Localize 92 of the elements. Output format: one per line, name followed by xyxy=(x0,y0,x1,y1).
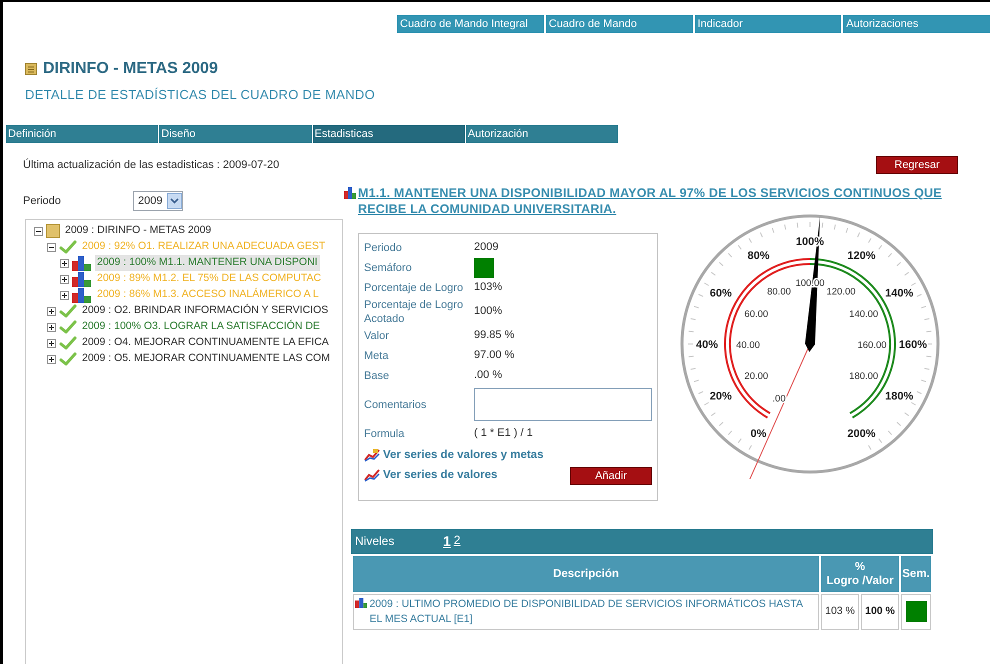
field-label: Meta xyxy=(364,348,390,362)
column-header: Descripción xyxy=(353,556,819,592)
field-label: Porcentaje de Logro Acotado xyxy=(364,298,464,326)
expand-icon[interactable] xyxy=(47,306,56,316)
column-header: % Logro /Valor xyxy=(821,556,899,592)
page-title: DIRINFO - METAS 2009 xyxy=(43,59,218,79)
field-value: ( 1 * E1 ) / 1 xyxy=(474,426,533,442)
field-label: Base xyxy=(364,368,390,382)
field-label: Porcentaje de Logro xyxy=(364,280,464,294)
field-value: 97.00 % xyxy=(474,348,514,364)
bar-chart-icon xyxy=(355,596,368,608)
gauge-scale-label: 80% xyxy=(747,249,770,262)
tab[interactable]: Autorización xyxy=(466,124,618,142)
field-label: Periodo xyxy=(364,240,403,254)
bar-chart-icon xyxy=(72,256,92,270)
gauge-value-label: 160.00 xyxy=(857,340,887,350)
expand-icon[interactable] xyxy=(60,258,69,268)
gauge-scale-label: 20% xyxy=(710,390,732,402)
bar-chart-icon xyxy=(72,272,92,286)
tree-item[interactable]: 2009 : O5. MEJORAR CONTINUAMENTE LAS COM xyxy=(80,351,332,367)
last-update-text: Última actualización de las estadisticas : 2009-07-20 xyxy=(23,158,280,172)
gauge-value-label: 180.00 xyxy=(849,370,878,382)
gauge-value-label: 20.00 xyxy=(744,370,768,382)
bar-chart-icon xyxy=(344,186,358,198)
period-select[interactable]: 2009 xyxy=(133,191,184,211)
gauge-value-label: .00 xyxy=(772,393,786,404)
field-value: 103% xyxy=(474,280,502,296)
field-value: 100% xyxy=(474,304,502,320)
page-link[interactable]: 1 xyxy=(443,530,451,552)
check-icon xyxy=(59,240,77,254)
nav-link[interactable]: Cuadro de Mando Integral xyxy=(397,15,544,33)
gauge-scale-label: 120% xyxy=(847,249,876,262)
expand-icon[interactable] xyxy=(47,338,56,348)
measure-title-link[interactable]: M1.1. MANTENER UNA DISPONIBILIDAD MAYOR AL 97% DE LOS SERVICIOS CONTINUOS QUE RECIBE LA COMUNIDAD UNIVERSITARIA. xyxy=(358,184,949,216)
page-link[interactable]: 2 xyxy=(454,530,460,552)
column-header: Sem. xyxy=(901,556,931,592)
field-label: Semáforo xyxy=(364,260,413,274)
collapse-icon[interactable] xyxy=(34,226,43,236)
field-label: Formula xyxy=(364,426,406,440)
expand-icon[interactable] xyxy=(47,354,56,364)
gauge-value-label: 140.00 xyxy=(849,308,878,320)
tree-item[interactable]: 2009 : O4. MEJORAR CONTINUAMENTE LA EFICA xyxy=(80,335,331,351)
tree-item[interactable]: 2009 : 100% M1.1. MANTENER UNA DISPONI xyxy=(95,255,320,271)
tab[interactable]: Diseño xyxy=(159,124,312,142)
gauge-scale-label: 200% xyxy=(847,428,876,440)
field-value: 2009 xyxy=(474,240,498,256)
gauge-scale-label: 140% xyxy=(885,287,914,299)
gauge-value-label: 40.00 xyxy=(736,340,760,350)
collapse-icon[interactable] xyxy=(47,242,56,252)
gauge-scale-label: 180% xyxy=(885,390,914,402)
period-label: Periodo xyxy=(23,194,62,209)
nav-link[interactable]: Cuadro de Mando xyxy=(546,15,692,33)
expand-icon[interactable] xyxy=(47,322,56,332)
gauge-scale-label: 60% xyxy=(710,287,732,299)
check-icon xyxy=(59,320,77,334)
tab[interactable]: Estadisticas xyxy=(312,124,465,142)
expand-icon[interactable] xyxy=(60,274,69,284)
page-subtitle: DETALLE DE ESTADÍSTICAS DEL CUADRO DE MANDO xyxy=(25,86,375,104)
gauge-value-label: 120.00 xyxy=(826,286,856,297)
line-chart-icon xyxy=(364,469,380,482)
series-link[interactable]: Ver series de valores xyxy=(383,466,498,484)
gauge-scale-label: 160% xyxy=(898,338,928,350)
check-icon xyxy=(59,352,77,366)
field-value: 99.85 % xyxy=(474,328,514,344)
tree-item[interactable]: 2009 : DIRINFO - METAS 2009 xyxy=(63,223,214,239)
expand-icon[interactable] xyxy=(60,290,69,300)
gauge-value-label: 80.00 xyxy=(767,286,791,297)
back-button[interactable]: Regresar xyxy=(876,156,958,174)
gauge-scale-label: 0% xyxy=(750,428,766,440)
bar-chart-icon xyxy=(72,288,92,302)
series-link[interactable]: Ver series de valores y metas xyxy=(383,446,544,464)
note-icon xyxy=(25,63,37,75)
check-icon xyxy=(59,304,77,318)
check-icon xyxy=(59,336,77,350)
field-value: .00 % xyxy=(474,368,502,384)
tree-item[interactable]: 2009 : O2. BRINDAR INFORMACIÓN Y SERVICIOS xyxy=(80,303,330,319)
folder-icon xyxy=(46,224,60,238)
nav-link[interactable]: Indicador xyxy=(694,15,842,33)
gauge-value-label: 60.00 xyxy=(744,308,768,320)
tree-item[interactable]: 2009 : 100% O3. LOGRAR LA SATISFACCIÓN DE xyxy=(80,319,322,335)
table-cell: 100 % xyxy=(861,594,899,630)
dropdown-icon xyxy=(167,193,182,209)
levels-label: Niveles xyxy=(355,533,396,550)
gauge-scale-label: 40% xyxy=(696,338,718,350)
add-button[interactable]: Añadir xyxy=(570,466,652,484)
tab[interactable]: Definición xyxy=(6,124,158,142)
nav-link[interactable]: Autorizaciones xyxy=(843,15,990,33)
field-label: Valor xyxy=(364,328,390,342)
table-cell: 103 % xyxy=(821,594,859,630)
line-chart-icon xyxy=(364,449,380,462)
comments-field[interactable] xyxy=(474,388,652,421)
field-label: Comentarios xyxy=(364,398,428,412)
